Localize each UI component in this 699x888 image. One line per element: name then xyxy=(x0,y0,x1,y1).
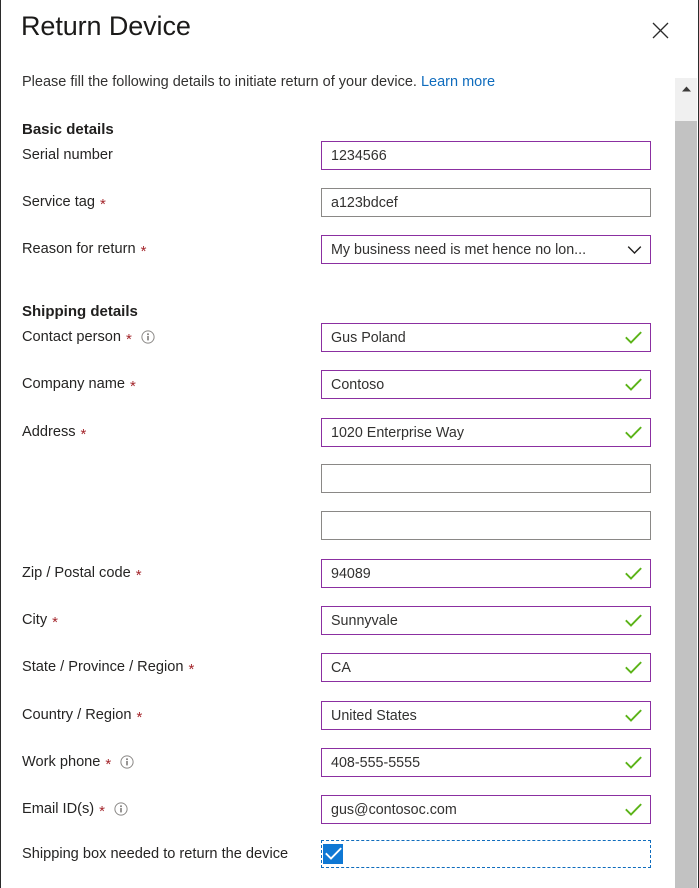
field-label-text: Company name xyxy=(22,376,126,392)
field-label-text: City xyxy=(22,612,48,628)
field-label-text: Address xyxy=(22,424,76,440)
field-input[interactable]: 1020 Enterprise Way xyxy=(321,418,651,447)
field-label-text: Email ID(s) xyxy=(22,801,95,817)
field-value: Sunnyvale xyxy=(331,612,398,629)
required-indicator: * xyxy=(105,755,112,773)
field-value: Gus Poland xyxy=(331,329,406,346)
field-value: 94089 xyxy=(331,565,371,582)
checkmark-icon xyxy=(625,802,642,817)
checkmark-icon xyxy=(625,755,642,770)
scroll-up-button[interactable] xyxy=(675,78,697,100)
required-indicator: * xyxy=(136,708,143,726)
field-input[interactable] xyxy=(321,511,651,540)
required-indicator: * xyxy=(100,195,106,213)
field-input[interactable]: Gus Poland xyxy=(321,323,651,352)
field-label: Zip / Postal code * xyxy=(22,563,142,583)
field-label-text: Serial number xyxy=(22,147,113,163)
field-label-text: Zip / Postal code xyxy=(22,565,131,581)
required-indicator: * xyxy=(80,425,87,443)
field-input[interactable]: gus@contosoc.com xyxy=(321,795,651,824)
field-label-text: State / Province / Region xyxy=(22,659,184,675)
field-select[interactable]: My business need is met hence no lon... xyxy=(321,235,651,264)
field-value: gus@contosoc.com xyxy=(331,801,457,818)
field-input[interactable]: CA xyxy=(321,653,651,682)
field-input[interactable] xyxy=(321,464,651,493)
field-label: Work phone * xyxy=(22,752,134,772)
field-label-text: Country / Region xyxy=(22,707,132,723)
required-indicator: * xyxy=(52,613,58,631)
field-value: 1020 Enterprise Way xyxy=(331,424,464,441)
required-indicator: * xyxy=(125,330,132,348)
field-label: Email ID(s) * xyxy=(22,799,128,819)
info-icon[interactable] xyxy=(141,330,155,344)
return-device-dialog: Return Device Please fill the following … xyxy=(0,0,699,888)
field-label: Contact person * xyxy=(22,327,155,347)
chevron-down-icon[interactable] xyxy=(627,245,642,255)
checkmark-icon xyxy=(625,377,642,392)
field-label-text: Service tag xyxy=(22,194,96,210)
page-title: Return Device xyxy=(21,11,191,41)
field-label: Address * xyxy=(22,422,86,442)
dialog-description-text: Please fill the following details to ini… xyxy=(22,74,417,90)
field-value: United States xyxy=(331,707,417,724)
shipping-box-label: Shipping box needed to return the device xyxy=(22,846,289,862)
field-value: 408-555-5555 xyxy=(331,754,421,771)
checkmark-icon xyxy=(625,613,642,628)
field-input[interactable]: 1234566 xyxy=(321,141,651,170)
info-icon[interactable] xyxy=(120,755,134,769)
checkmark-icon xyxy=(324,847,342,861)
checkmark-icon xyxy=(625,566,642,581)
required-indicator: * xyxy=(188,660,195,678)
field-value: 1234566 xyxy=(331,147,387,164)
triangle-up-icon xyxy=(681,85,692,93)
field-label-text: Contact person xyxy=(22,329,121,345)
vertical-scrollbar[interactable] xyxy=(675,78,697,888)
field-label: Serial number xyxy=(22,145,113,165)
field-input[interactable]: a123bdcef xyxy=(321,188,651,217)
field-value: Contoso xyxy=(331,376,385,393)
field-value: CA xyxy=(331,659,351,676)
field-label: Country / Region * xyxy=(22,705,142,725)
required-indicator: * xyxy=(140,242,147,260)
learn-more-link[interactable]: Learn more xyxy=(421,74,495,90)
required-indicator: * xyxy=(99,802,106,820)
scrollbar-thumb[interactable] xyxy=(675,121,697,888)
field-label: Service tag * xyxy=(22,192,106,212)
checkmark-icon xyxy=(625,425,642,440)
info-icon[interactable] xyxy=(114,802,128,816)
field-value: a123bdcef xyxy=(331,194,398,211)
shipping-box-focus-ring xyxy=(321,840,651,868)
checkmark-icon xyxy=(625,660,642,675)
section-heading: Basic details xyxy=(22,121,114,138)
field-label: Reason for return * xyxy=(22,239,146,259)
field-label: Company name * xyxy=(22,374,136,394)
field-label: State / Province / Region * xyxy=(22,657,194,677)
field-input[interactable]: Sunnyvale xyxy=(321,606,651,635)
field-input[interactable]: 94089 xyxy=(321,559,651,588)
required-indicator: * xyxy=(135,566,142,584)
section-heading: Shipping details xyxy=(22,303,138,320)
required-indicator: * xyxy=(130,377,136,395)
field-label: City * xyxy=(22,610,58,630)
checkmark-icon xyxy=(625,708,642,723)
field-label-text: Reason for return xyxy=(22,241,136,257)
field-input[interactable]: Contoso xyxy=(321,370,651,399)
field-value: My business need is met hence no lon... xyxy=(331,241,587,258)
checkmark-icon xyxy=(625,330,642,345)
close-button[interactable] xyxy=(644,14,676,46)
dialog-header: Return Device xyxy=(1,0,698,64)
field-label-text: Work phone xyxy=(22,754,101,770)
shipping-box-checkbox[interactable] xyxy=(323,844,343,864)
field-input[interactable]: 408-555-5555 xyxy=(321,748,651,777)
dialog-description: Please fill the following details to ini… xyxy=(22,74,495,90)
field-input[interactable]: United States xyxy=(321,701,651,730)
close-icon xyxy=(652,22,669,39)
